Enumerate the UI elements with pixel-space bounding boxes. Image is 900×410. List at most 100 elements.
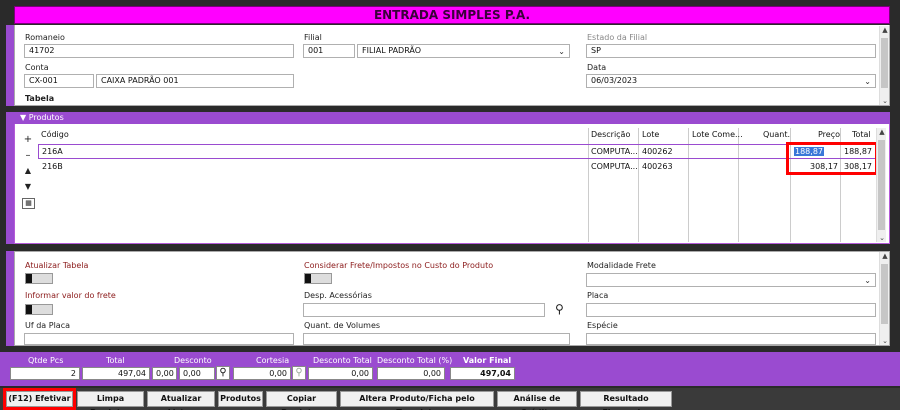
produtos-button[interactable]: Produtos	[218, 391, 263, 407]
chevron-down-icon: ▼	[20, 113, 27, 122]
col-header-lote[interactable]: Lote	[642, 130, 659, 139]
placa-field[interactable]	[586, 303, 876, 317]
produtos-scrollbar[interactable]: ▲ ⌄	[876, 128, 886, 242]
considerar-frete-toggle[interactable]	[304, 273, 332, 284]
desconto-label: Desconto	[174, 356, 212, 365]
quant-volumes-label: Quant. de Volumes	[304, 321, 381, 330]
chevron-down-icon[interactable]: ⌄	[864, 76, 871, 87]
row-descricao: COMPUTA...	[591, 147, 638, 156]
chevron-down-icon[interactable]: ⌄	[864, 275, 871, 286]
informar-frete-toggle[interactable]	[25, 304, 53, 315]
tabela-label: Tabela	[25, 94, 55, 103]
analise-credito-button[interactable]: Análise de Crédito	[497, 391, 577, 410]
valor-final-label: Valor Final	[463, 356, 512, 365]
uf-placa-field[interactable]	[24, 333, 294, 345]
minus-icon[interactable]: –	[22, 150, 34, 161]
scroll-thumb[interactable]	[881, 264, 888, 324]
search-icon[interactable]: ⚲	[216, 366, 230, 380]
desconto-field-b[interactable]: 0,00	[179, 367, 215, 380]
search-icon[interactable]: ⚲	[555, 302, 564, 316]
arrow-up-icon[interactable]: ▲	[22, 166, 34, 175]
chevron-down-icon[interactable]: ⌄	[880, 97, 890, 105]
limpa-produtos-button[interactable]: Limpa Produtos	[77, 391, 144, 410]
copiar-produtos-button[interactable]: Copiar Produtos	[266, 391, 337, 410]
filial-name: FILIAL PADRÃO	[362, 46, 422, 55]
produtos-section-header[interactable]: ▼ Produtos	[14, 112, 890, 124]
table-row[interactable]	[38, 144, 876, 159]
conta-label: Conta	[25, 63, 49, 72]
uf-placa-label: Uf da Placa	[25, 321, 70, 330]
desconto-field-a[interactable]: 0,00	[152, 367, 177, 380]
page-title: ENTRADA SIMPLES P.A.	[14, 6, 890, 24]
total-label: Total	[106, 356, 125, 365]
left-accent-strip	[6, 112, 14, 244]
especie-label: Espécie	[587, 321, 618, 330]
data-label: Data	[587, 63, 607, 72]
estado-field[interactable]: SP	[586, 44, 876, 58]
informar-frete-label: Informar valor do frete	[25, 291, 116, 300]
options-scrollbar[interactable]: ▲ ⌄	[879, 252, 889, 345]
row-codigo: 216A	[42, 147, 63, 156]
desconto-total-field: 0,00	[308, 367, 373, 380]
scroll-thumb[interactable]	[878, 140, 885, 230]
arrow-down-icon[interactable]: ▼	[22, 182, 34, 191]
grid-icon[interactable]: ▦	[22, 198, 35, 209]
estado-label: Estado da Filial	[587, 33, 648, 42]
col-header-lote-comercial[interactable]: Lote Come...	[692, 130, 743, 139]
highlight-box	[786, 142, 878, 175]
left-accent-strip	[6, 251, 14, 346]
row-lote: 400263	[642, 162, 673, 171]
romaneio-label: Romaneio	[25, 33, 65, 42]
header-panel	[14, 25, 890, 106]
highlight-box	[3, 388, 76, 410]
col-header-quant[interactable]: Quant.	[763, 130, 790, 139]
desconto-total-pct-label: Desconto Total (%)	[377, 356, 453, 365]
chevron-down-icon[interactable]: ⌄	[558, 46, 565, 57]
col-header-total[interactable]: Total	[852, 130, 871, 139]
cortesia-label: Cortesia	[256, 356, 290, 365]
chevron-down-icon[interactable]: ⌄	[880, 337, 890, 345]
desp-acessorias-label: Desp. Acessórias	[304, 291, 372, 300]
data-select[interactable]: 06/03/2023 ⌄	[586, 74, 876, 88]
arrow-up-icon[interactable]: ▲	[880, 26, 890, 34]
altera-produto-button[interactable]: Altera Produto/Ficha pelo Template	[340, 391, 494, 410]
filial-select[interactable]: FILIAL PADRÃO ⌄	[357, 44, 570, 58]
conta-code-field[interactable]: CX-001	[24, 74, 94, 88]
col-header-descricao[interactable]: Descrição	[591, 130, 630, 139]
row-codigo: 216B	[42, 162, 63, 171]
filial-code-field[interactable]: 001	[303, 44, 355, 58]
considerar-frete-label: Considerar Frete/Impostos no Custo do Pr…	[304, 261, 494, 270]
especie-field[interactable]	[586, 333, 876, 345]
modalidade-frete-label: Modalidade Frete	[587, 261, 656, 270]
col-header-codigo[interactable]: Código	[41, 130, 69, 139]
col-header-preco[interactable]: Preço	[818, 130, 840, 139]
atualizar-tabela-toggle[interactable]	[25, 273, 53, 284]
arrow-up-icon[interactable]: ▲	[880, 252, 890, 260]
romaneio-field[interactable]: 41702	[24, 44, 294, 58]
desp-acessorias-field[interactable]	[303, 303, 545, 317]
produtos-section-label: Produtos	[28, 113, 64, 122]
desconto-total-pct-field: 0,00	[377, 367, 445, 380]
row-lote: 400262	[642, 147, 673, 156]
qtde-pcs-field: 2	[10, 367, 80, 380]
header-scrollbar[interactable]: ▲ ⌄	[879, 26, 889, 105]
placa-label: Placa	[587, 291, 609, 300]
filial-label: Filial	[304, 33, 322, 42]
produtos-panel	[14, 112, 890, 244]
qtde-pcs-label: Qtde Pcs	[28, 356, 64, 365]
modalidade-frete-select[interactable]: ⌄	[586, 273, 876, 287]
search-icon[interactable]: ⚲	[292, 366, 306, 380]
desconto-total-label: Desconto Total	[313, 356, 372, 365]
conta-name-field[interactable]: CAIXA PADRÃO 001	[96, 74, 294, 88]
cortesia-field[interactable]: 0,00	[233, 367, 291, 380]
arrow-up-icon[interactable]: ▲	[877, 128, 887, 136]
total-field: 497,04	[82, 367, 150, 380]
resultado-financeiro-button[interactable]: Resultado Financeiro	[580, 391, 672, 410]
row-descricao: COMPUTA...	[591, 162, 638, 171]
plus-icon[interactable]: +	[22, 134, 34, 145]
quant-volumes-field[interactable]	[303, 333, 570, 345]
chevron-down-icon[interactable]: ⌄	[877, 234, 887, 242]
data-value: 06/03/2023	[591, 76, 638, 85]
scroll-thumb[interactable]	[881, 38, 888, 88]
atualizar-listas-button[interactable]: Atualizar Listas	[147, 391, 215, 410]
